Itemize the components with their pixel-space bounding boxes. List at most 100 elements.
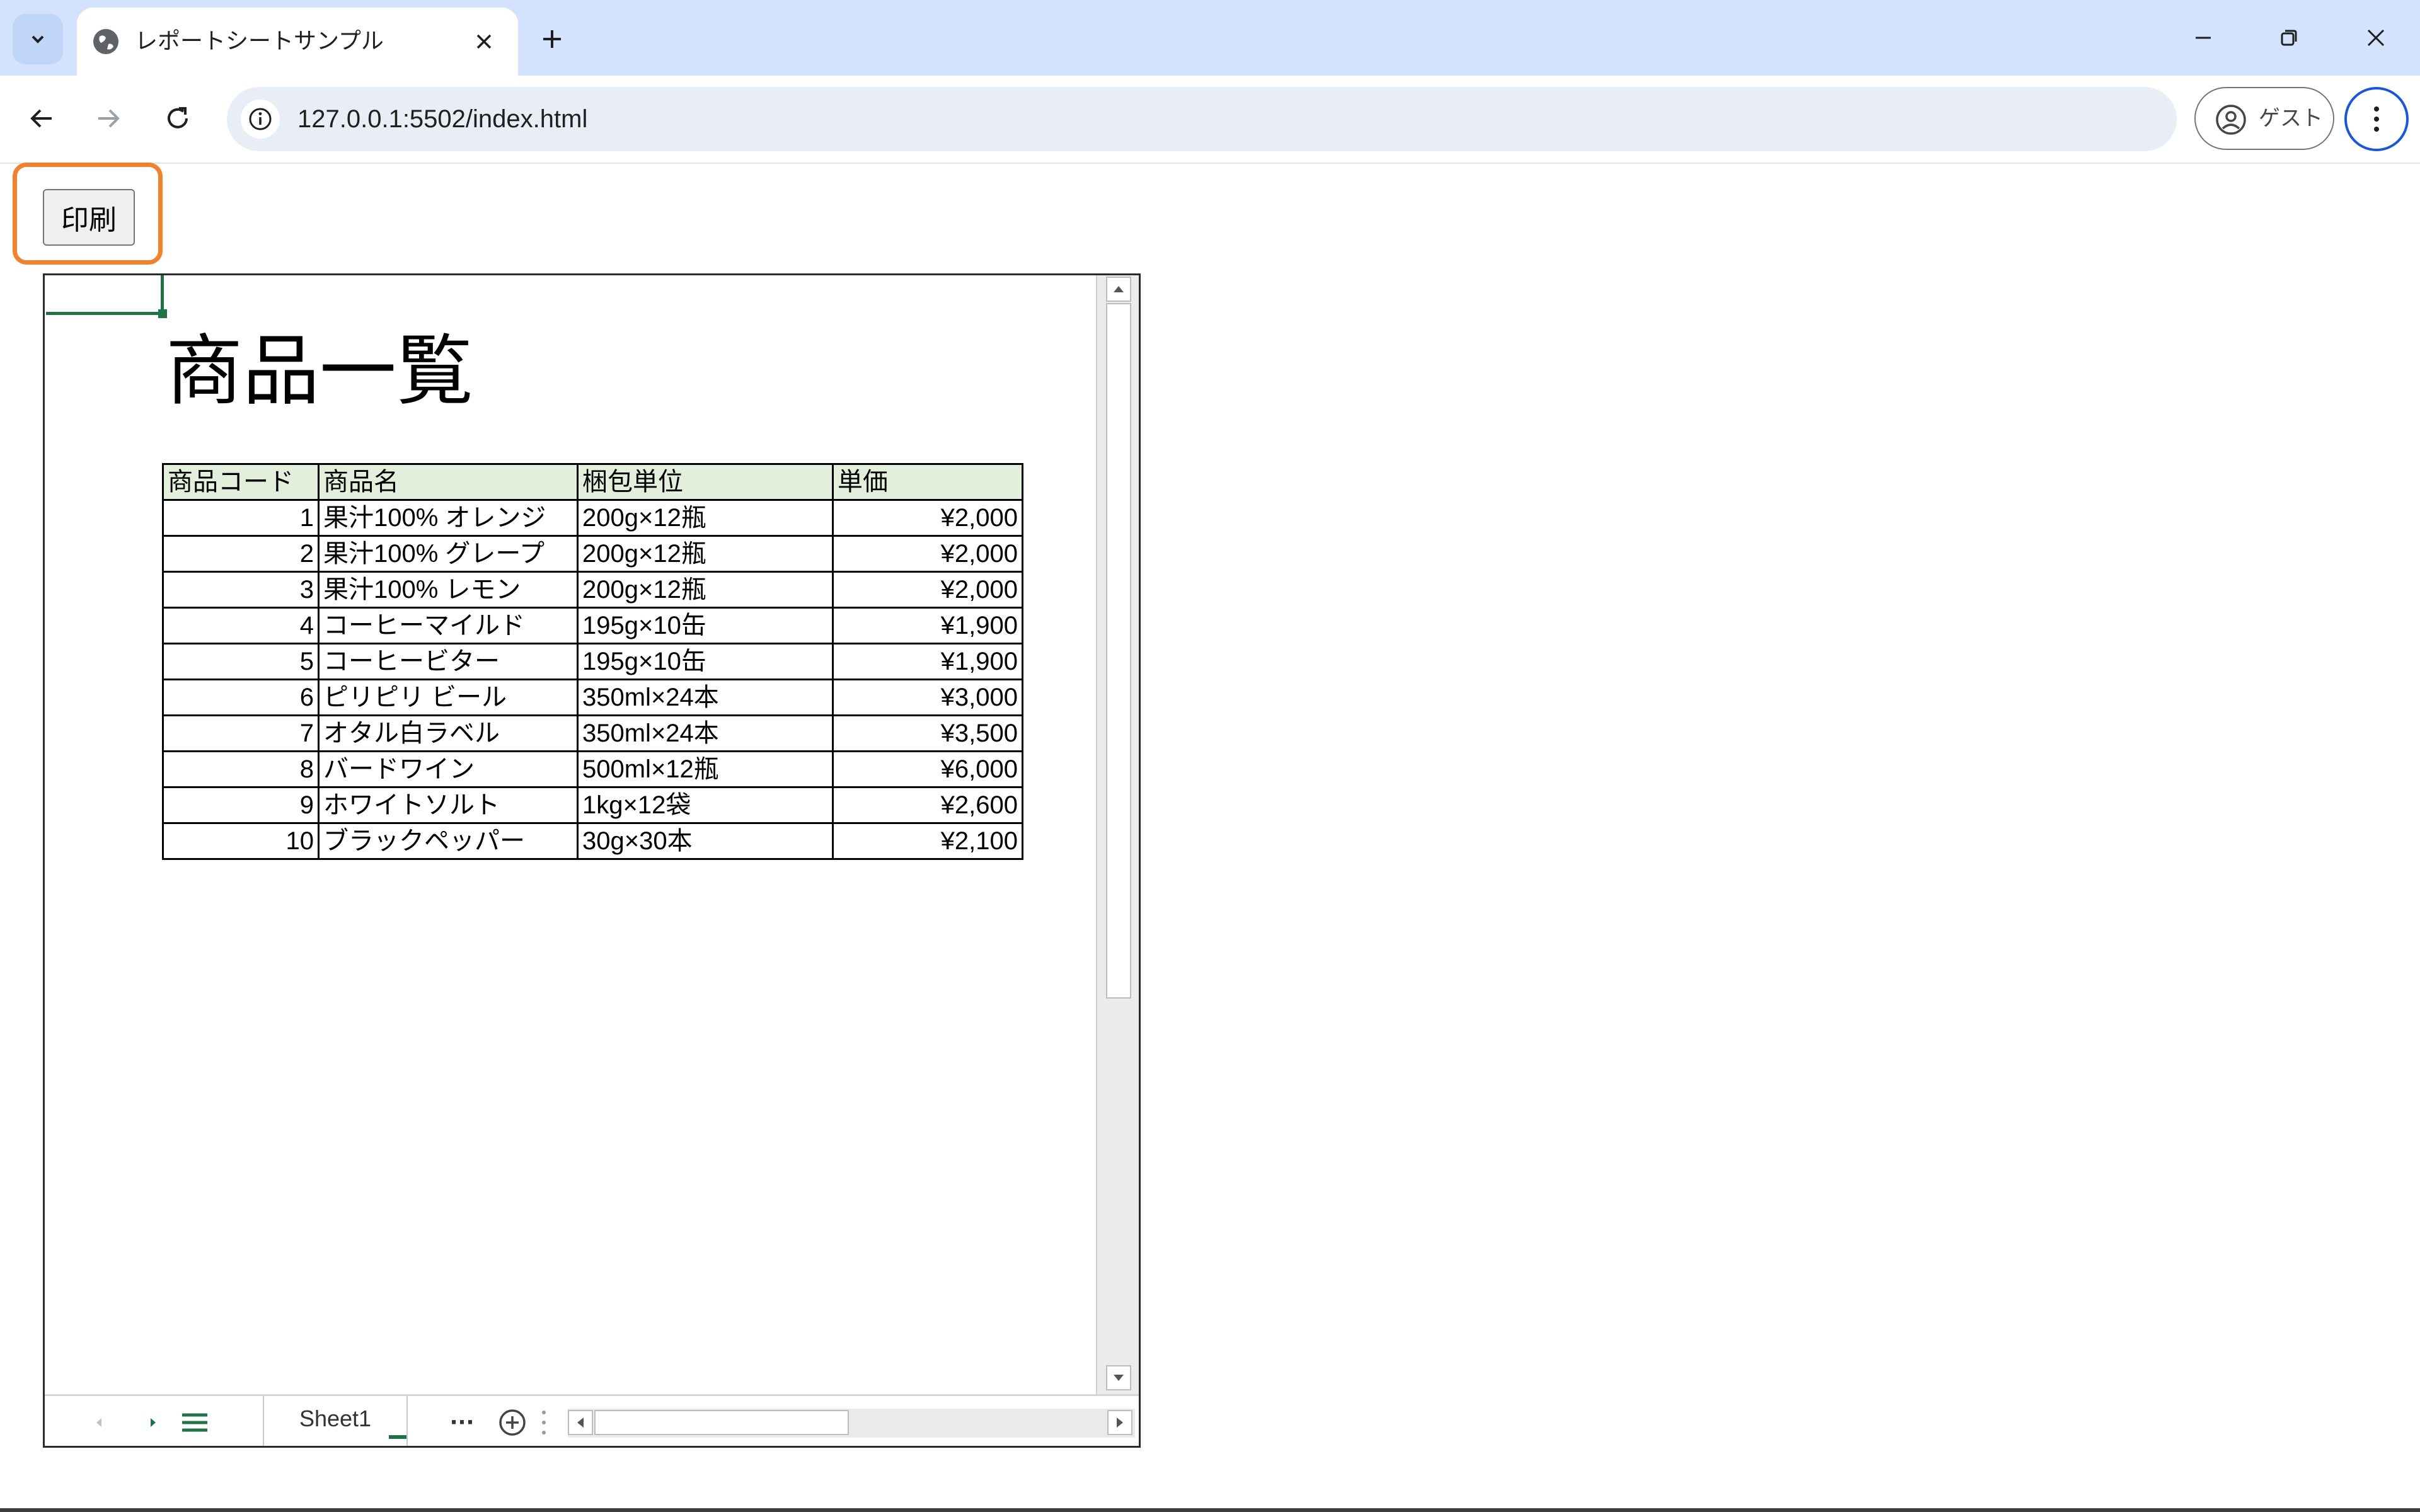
pack-cell[interactable]: 350ml×24本 bbox=[577, 679, 834, 716]
more-vertical-icon bbox=[2374, 106, 2379, 132]
name-cell[interactable]: ホワイトソルト bbox=[318, 786, 579, 824]
table-row: 3 果汁100% レモン 200g×12瓶 ¥2,000 bbox=[162, 571, 1023, 609]
price-cell[interactable]: ¥2,000 bbox=[832, 499, 1023, 537]
code-cell[interactable]: 2 bbox=[162, 535, 320, 573]
globe-icon bbox=[93, 29, 118, 54]
browser-menu-button[interactable] bbox=[2344, 87, 2409, 151]
url-text: 127.0.0.1:5502/index.html bbox=[297, 105, 588, 133]
active-cell-border bbox=[161, 275, 164, 313]
scroll-left-button[interactable] bbox=[568, 1410, 593, 1435]
name-cell[interactable]: ブラックペッパー bbox=[318, 822, 579, 860]
price-cell[interactable]: ¥2,000 bbox=[832, 535, 1023, 573]
code-cell[interactable]: 1 bbox=[162, 499, 320, 537]
scroll-right-button[interactable] bbox=[1107, 1410, 1132, 1435]
reload-button[interactable] bbox=[158, 98, 198, 139]
new-tab-button[interactable] bbox=[532, 19, 572, 59]
header-cell[interactable]: 商品コード bbox=[162, 463, 320, 501]
name-cell[interactable]: コーヒービター bbox=[318, 643, 579, 680]
code-cell[interactable]: 9 bbox=[162, 786, 320, 824]
header-cell[interactable]: 梱包単位 bbox=[577, 463, 834, 501]
horizontal-scroll-thumb[interactable] bbox=[594, 1410, 849, 1435]
pack-cell[interactable]: 195g×10缶 bbox=[577, 607, 834, 644]
name-cell[interactable]: コーヒーマイルド bbox=[318, 607, 579, 644]
name-cell[interactable]: ピリピリ ビール bbox=[318, 679, 579, 716]
pack-cell[interactable]: 200g×12瓶 bbox=[577, 499, 834, 537]
code-cell[interactable]: 6 bbox=[162, 679, 320, 716]
more-sheets-button[interactable]: ··· bbox=[444, 1405, 480, 1440]
close-icon bbox=[476, 34, 492, 49]
pack-cell[interactable]: 1kg×12袋 bbox=[577, 786, 834, 824]
pack-cell[interactable]: 200g×12瓶 bbox=[577, 535, 834, 573]
header-cell[interactable]: 商品名 bbox=[318, 463, 579, 501]
active-cell-border bbox=[46, 312, 162, 315]
table-row: 8 バードワイン 500ml×12瓶 ¥6,000 bbox=[162, 750, 1023, 788]
code-cell[interactable]: 7 bbox=[162, 714, 320, 752]
window-bottom-edge bbox=[0, 1508, 2420, 1512]
header-cell[interactable]: 単価 bbox=[832, 463, 1023, 501]
spreadsheet-view[interactable]: 商品一覧 商品コード 商品名 梱包単位 単価 1 果汁100% オレンジ 200… bbox=[43, 273, 1141, 1448]
forward-button[interactable] bbox=[88, 98, 129, 139]
address-bar[interactable]: 127.0.0.1:5502/index.html bbox=[227, 87, 2177, 151]
window-close-button[interactable] bbox=[2351, 15, 2401, 60]
name-cell[interactable]: オタル白ラベル bbox=[318, 714, 579, 752]
price-cell[interactable]: ¥2,100 bbox=[832, 822, 1023, 860]
price-cell[interactable]: ¥2,600 bbox=[832, 786, 1023, 824]
code-cell[interactable]: 5 bbox=[162, 643, 320, 680]
price-cell[interactable]: ¥1,900 bbox=[832, 607, 1023, 644]
minimize-icon bbox=[2196, 37, 2211, 39]
sheet-tab-label: Sheet1 bbox=[299, 1406, 372, 1431]
code-cell[interactable]: 8 bbox=[162, 750, 320, 788]
next-sheet-button[interactable] bbox=[135, 1405, 171, 1440]
profile-button[interactable]: ゲスト bbox=[2194, 87, 2334, 150]
browser-tabstrip: レポートシートサンプル bbox=[0, 0, 2420, 76]
arrow-left-icon bbox=[30, 109, 52, 128]
price-cell[interactable]: ¥2,000 bbox=[832, 571, 1023, 609]
chevron-down-icon bbox=[32, 35, 44, 43]
price-cell[interactable]: ¥3,500 bbox=[832, 714, 1023, 752]
name-cell[interactable]: 果汁100% レモン bbox=[318, 571, 579, 609]
restore-button[interactable] bbox=[2264, 15, 2314, 60]
active-sheet-indicator bbox=[389, 1435, 406, 1439]
prev-sheet-button[interactable] bbox=[81, 1405, 117, 1440]
sheet-title: 商品一覧 bbox=[166, 326, 473, 416]
triangle-down-icon bbox=[1114, 1375, 1124, 1381]
horizontal-scrollbar[interactable] bbox=[568, 1409, 1135, 1438]
price-cell[interactable]: ¥1,900 bbox=[832, 643, 1023, 680]
scroll-down-button[interactable] bbox=[1106, 1365, 1131, 1390]
table-row: 7 オタル白ラベル 350ml×24本 ¥3,500 bbox=[162, 714, 1023, 752]
price-cell[interactable]: ¥6,000 bbox=[832, 750, 1023, 788]
browser-tab-active[interactable]: レポートシートサンプル bbox=[77, 8, 518, 76]
tab-search-button[interactable] bbox=[13, 14, 63, 64]
name-cell[interactable]: 果汁100% オレンジ bbox=[318, 499, 579, 537]
pack-cell[interactable]: 195g×10缶 bbox=[577, 643, 834, 680]
pack-cell[interactable]: 500ml×12瓶 bbox=[577, 750, 834, 788]
pack-cell[interactable]: 200g×12瓶 bbox=[577, 571, 834, 609]
print-button[interactable]: 印刷 bbox=[43, 189, 135, 246]
triangle-left-icon bbox=[577, 1418, 584, 1428]
code-cell[interactable]: 4 bbox=[162, 607, 320, 644]
sheet-tab-sheet1[interactable]: Sheet1 bbox=[263, 1396, 408, 1446]
tab-close-button[interactable] bbox=[466, 24, 502, 59]
pack-cell[interactable]: 350ml×24本 bbox=[577, 714, 834, 752]
fill-handle[interactable] bbox=[158, 309, 167, 318]
vertical-scrollbar[interactable] bbox=[1096, 275, 1139, 1394]
scroll-up-button[interactable] bbox=[1106, 277, 1131, 302]
site-info-button[interactable] bbox=[241, 100, 280, 139]
triangle-left-icon bbox=[96, 1418, 101, 1427]
name-cell[interactable]: 果汁100% グレープ bbox=[318, 535, 579, 573]
code-cell[interactable]: 3 bbox=[162, 571, 320, 609]
back-button[interactable] bbox=[21, 98, 62, 139]
vertical-scroll-thumb[interactable] bbox=[1106, 303, 1131, 999]
list-icon bbox=[182, 1413, 207, 1432]
add-circle-icon bbox=[499, 1409, 526, 1436]
sheet-list-button[interactable] bbox=[177, 1405, 212, 1440]
splitter-dots-icon[interactable] bbox=[541, 1409, 546, 1436]
code-cell[interactable]: 10 bbox=[162, 822, 320, 860]
name-cell[interactable]: バードワイン bbox=[318, 750, 579, 788]
add-sheet-button[interactable] bbox=[495, 1405, 530, 1440]
account-circle-icon bbox=[2216, 105, 2246, 135]
minimize-button[interactable] bbox=[2178, 15, 2228, 60]
price-cell[interactable]: ¥3,000 bbox=[832, 679, 1023, 716]
pack-cell[interactable]: 30g×30本 bbox=[577, 822, 834, 860]
tab-title: レポートシートサンプル bbox=[135, 28, 384, 54]
